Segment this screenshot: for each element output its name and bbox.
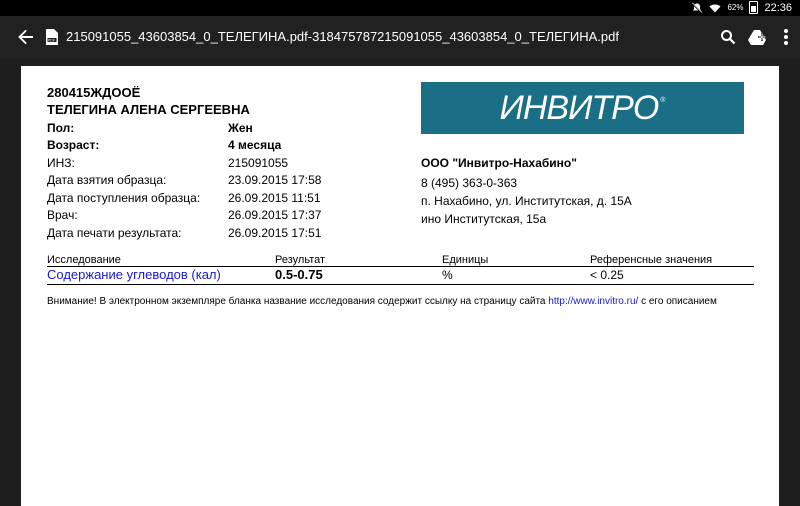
battery-icon: [749, 1, 759, 14]
invitro-link[interactable]: http://www.invitro.ru/: [548, 296, 638, 307]
lab-address: п. Нахабино, ул. Институтская, д. 15А: [421, 194, 632, 208]
inz-label: ИНЗ:: [47, 156, 75, 170]
col-header-result: Результат: [275, 254, 326, 266]
google-drive-icon[interactable]: [745, 25, 769, 49]
test-name-link[interactable]: Содержание углеводов (кал): [47, 267, 221, 282]
invitro-logo: ИНВИТРО ®: [421, 82, 744, 134]
col-header-test: Исследование: [47, 254, 121, 266]
inz-value: 215091055: [228, 156, 289, 170]
print-date-value: 26.09.2015 17:51: [228, 226, 322, 240]
age-label: Возраст:: [47, 138, 100, 152]
notifications-off-icon: [691, 1, 704, 14]
battery-percent: 62%: [727, 3, 744, 12]
logo-text: ИНВИТРО: [499, 88, 660, 127]
search-icon[interactable]: [716, 25, 740, 49]
status-bar: 62% 22:36: [0, 0, 800, 16]
sample-received-value: 26.09.2015 11:51: [228, 191, 321, 205]
lab-phone: 8 (495) 363-0-363: [421, 176, 518, 190]
order-code: 280415ЖДООЁ: [47, 85, 141, 100]
doctor-label: Врач:: [47, 208, 78, 222]
wifi-icon: [709, 2, 721, 14]
sample-taken-value: 23.09.2015 17:58: [228, 173, 322, 187]
more-vert-icon[interactable]: [774, 25, 798, 49]
pdf-page[interactable]: 280415ЖДООЁ ТЕЛЕГИНА АЛЕНА СЕРГЕЕВНА Пол…: [21, 66, 779, 506]
table-bottom-rule: [47, 284, 754, 285]
test-units: %: [442, 268, 453, 282]
notice-text: Внимание! В электронном экземпляре бланк…: [47, 296, 546, 307]
notice: Внимание! В электронном экземпляре бланк…: [47, 296, 717, 307]
document-title: 215091055_43603854_0_ТЕЛЕГИНА.pdf-318475…: [66, 29, 619, 44]
back-arrow-icon[interactable]: [14, 25, 38, 49]
notice-text-end: с его описанием: [641, 296, 717, 307]
patient-name: ТЕЛЕГИНА АЛЕНА СЕРГЕЕВНА: [47, 102, 250, 117]
svg-text:PDF: PDF: [48, 38, 55, 42]
registered-mark: ®: [660, 96, 666, 104]
clock: 22:36: [764, 1, 792, 14]
col-header-units: Единицы: [442, 254, 489, 266]
age-value: 4 месяца: [228, 138, 282, 152]
col-header-reference: Референсные значения: [590, 254, 713, 266]
print-date-label: Дата печати результата:: [47, 226, 182, 240]
lab-address-2: ино Институтская, 15а: [421, 212, 547, 226]
sex-value: Жен: [228, 121, 253, 135]
lab-name: ООО "Инвитро-Нахабино": [421, 156, 577, 170]
app-bar: PDF 215091055_43603854_0_ТЕЛЕГИНА.pdf-31…: [0, 16, 800, 58]
sample-received-label: Дата поступления образца:: [47, 191, 201, 205]
sample-taken-label: Дата взятия образца:: [47, 173, 167, 187]
sex-label: Пол:: [47, 121, 75, 135]
pdf-file-icon: PDF: [45, 29, 59, 45]
test-result: 0.5-0.75: [275, 267, 323, 282]
test-reference: < 0.25: [590, 268, 624, 282]
doctor-value: 26.09.2015 17:37: [228, 208, 322, 222]
